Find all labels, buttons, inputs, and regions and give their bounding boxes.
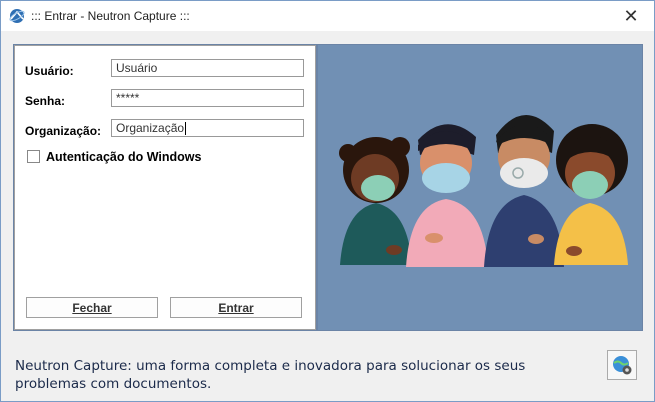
password-input[interactable]: ***** — [111, 89, 304, 107]
windows-auth-checkbox[interactable] — [27, 150, 40, 163]
login-form: Usuário: Usuário Senha: ***** Organizaçã… — [14, 45, 316, 330]
enter-button[interactable]: Entrar — [170, 297, 302, 318]
hand — [425, 233, 443, 243]
user-label: Usuário: — [25, 64, 74, 78]
settings-button[interactable] — [607, 350, 637, 380]
app-logo-icon — [9, 9, 25, 23]
person-3 — [484, 114, 564, 267]
organization-input[interactable]: Organização — [111, 119, 304, 137]
organization-label: Organização: — [25, 124, 102, 138]
footer-text: Neutron Capture: uma forma completa e in… — [15, 358, 526, 392]
hand — [528, 234, 544, 244]
window-title: ::: Entrar - Neutron Capture ::: — [31, 9, 190, 23]
title-bar: ::: Entrar - Neutron Capture ::: ✕ — [1, 1, 654, 31]
people-wearing-masks-illustration — [339, 114, 628, 267]
illustration — [318, 45, 642, 330]
user-input[interactable]: Usuário — [111, 59, 304, 77]
password-label: Senha: — [25, 94, 66, 108]
close-icon[interactable]: ✕ — [608, 1, 654, 31]
hand — [386, 245, 402, 255]
text-cursor — [185, 121, 187, 135]
organization-value: Organização — [116, 121, 185, 135]
windows-auth-label[interactable]: Autenticação do Windows — [46, 150, 201, 164]
person-1 — [339, 137, 412, 265]
globe-gear-icon — [613, 356, 632, 375]
person-4 — [554, 124, 628, 265]
close-button[interactable]: Fechar — [26, 297, 158, 318]
login-window: ::: Entrar - Neutron Capture ::: ✕ Usuár… — [0, 0, 655, 402]
person-2 — [406, 124, 488, 267]
hand — [566, 246, 582, 256]
content-panel: Usuário: Usuário Senha: ***** Organizaçã… — [13, 44, 643, 331]
